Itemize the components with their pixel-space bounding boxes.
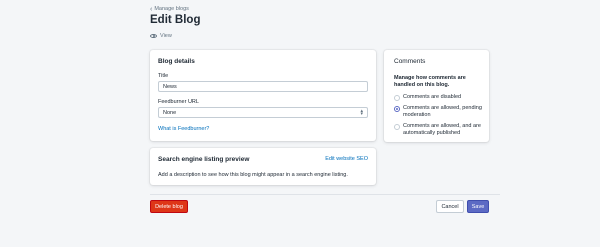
cancel-button[interactable]: Cancel	[436, 200, 464, 213]
save-button[interactable]: Save	[467, 200, 489, 213]
chevron-left-icon: ‹	[150, 5, 153, 13]
comments-title: Comments	[394, 58, 426, 65]
comments-option-label: Comments are disabled	[403, 94, 462, 100]
feedburner-select[interactable]: None ▴ ▾	[158, 107, 368, 118]
comments-option-label: Comments are allowed, and are automatica…	[403, 123, 481, 136]
select-arrows-icon: ▴ ▾	[360, 107, 363, 117]
comments-option-moderation[interactable]: Comments are allowed, pending moderation	[394, 105, 486, 119]
view-link[interactable]: View	[150, 33, 172, 39]
feedburner-select-value: None	[163, 109, 177, 116]
radio-button[interactable]	[394, 123, 400, 130]
breadcrumb-label: Manage blogs	[154, 6, 189, 12]
back-to-blogs-link[interactable]: ‹ Manage blogs	[150, 5, 189, 13]
view-label: View	[160, 33, 172, 39]
edit-seo-link[interactable]: Edit website SEO	[325, 156, 368, 162]
comments-option-published[interactable]: Comments are allowed, and are automatica…	[394, 123, 486, 137]
delete-blog-button[interactable]: Delete blog	[150, 200, 188, 213]
footer-divider	[150, 194, 500, 195]
radio-button[interactable]	[394, 94, 400, 101]
eye-icon	[150, 34, 157, 38]
seo-preview-card: Search engine listing preview Edit websi…	[150, 148, 376, 185]
page-title: Edit Blog	[150, 14, 201, 26]
comments-option-disabled[interactable]: Comments are disabled	[394, 94, 486, 101]
blog-details-title: Blog details	[158, 58, 195, 65]
seo-description: Add a description to see how this blog m…	[158, 172, 348, 178]
feedburner-help-link[interactable]: What is Feedburner?	[158, 126, 209, 132]
comments-card: Comments Manage how comments are handled…	[384, 50, 489, 142]
title-input[interactable]: News	[158, 81, 368, 92]
title-label: Title	[158, 73, 169, 79]
comments-option-label: Comments are allowed, pending moderation	[403, 105, 482, 118]
feedburner-label: Feedburner URL	[158, 99, 199, 105]
radio-button-selected[interactable]	[394, 105, 400, 112]
blog-details-card: Blog details Title News Feedburner URL N…	[150, 50, 376, 141]
comments-subtitle: Manage how comments are handled on this …	[394, 75, 466, 88]
title-input-value: News	[163, 83, 177, 90]
